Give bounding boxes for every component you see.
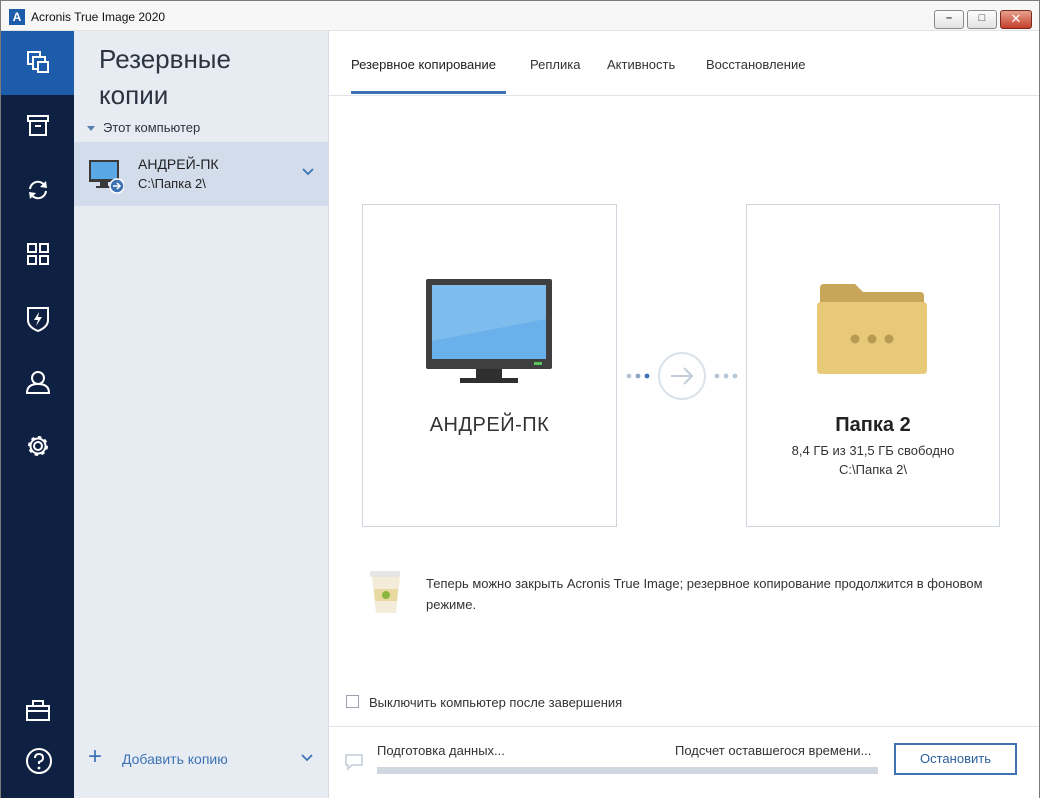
progress-bar xyxy=(377,767,878,774)
help-icon xyxy=(26,748,52,774)
nav-help[interactable] xyxy=(1,729,74,793)
backup-flow-arrow xyxy=(626,352,738,400)
chevron-down-icon[interactable] xyxy=(302,168,314,176)
destination-name: Папка 2 xyxy=(835,414,911,436)
nav-archive[interactable] xyxy=(1,95,74,159)
navigation-rail xyxy=(1,31,74,798)
sync-icon xyxy=(29,180,47,200)
nav-backup[interactable] xyxy=(1,31,74,95)
title-bar: A Acronis True Image 2020 – □ ✕ xyxy=(1,1,1039,31)
chat-bubble-icon[interactable] xyxy=(344,753,364,771)
archive-icon xyxy=(27,115,49,136)
chevron-down-icon[interactable] xyxy=(301,754,313,762)
source-card[interactable]: АНДРЕЙ-ПК xyxy=(362,204,617,527)
nav-settings[interactable] xyxy=(1,415,74,479)
backup-item-name: АНДРЕЙ-ПК xyxy=(138,156,219,172)
folder-icon xyxy=(817,284,927,374)
backup-list-item[interactable]: АНДРЕЙ-ПК C:\Папка 2\ xyxy=(74,142,328,206)
main-panel: Резервное копирование Реплика Активность… xyxy=(329,31,1039,798)
tab-activity[interactable]: Активность xyxy=(607,57,675,72)
shutdown-label: Выключить компьютер после завершения xyxy=(369,695,623,710)
backup-item-path: C:\Папка 2\ xyxy=(138,176,206,191)
destination-free-space: 8,4 ГБ из 31,5 ГБ свободно xyxy=(791,443,955,458)
backup-icon xyxy=(27,51,49,73)
tab-backup[interactable]: Резервное копирование xyxy=(351,57,496,72)
window-title: Acronis True Image 2020 xyxy=(31,10,166,24)
nav-account[interactable] xyxy=(1,351,74,415)
group-label: Этот компьютер xyxy=(103,120,201,135)
group-this-computer[interactable]: Этот компьютер xyxy=(87,120,200,135)
page-title: Резервные копии xyxy=(99,44,231,110)
status-footer: Подготовка данных... Подсчет оставшегося… xyxy=(329,726,1039,798)
source-name: АНДРЕЙ-ПК xyxy=(429,414,550,436)
plus-icon: + xyxy=(88,743,103,770)
status-text: Подготовка данных... xyxy=(377,743,505,758)
nav-tools[interactable] xyxy=(1,223,74,287)
collapse-triangle-icon xyxy=(87,126,95,132)
app-logo-icon: A xyxy=(9,9,25,25)
store-icon xyxy=(26,700,50,721)
coffee-cup-icon xyxy=(370,571,400,613)
add-backup-button[interactable]: + Добавить копию xyxy=(88,743,318,773)
computer-icon xyxy=(89,160,124,194)
shield-icon xyxy=(27,307,49,333)
background-notice: Теперь можно закрыть Acronis True Image;… xyxy=(426,576,983,612)
monitor-icon xyxy=(426,279,552,383)
nav-sync[interactable] xyxy=(1,159,74,223)
time-remaining-text: Подсчет оставшегося времени... xyxy=(675,743,872,758)
tab-replica[interactable]: Реплика xyxy=(530,57,580,72)
active-tab-indicator xyxy=(351,91,506,94)
stop-button[interactable]: Остановить xyxy=(894,743,1017,775)
add-backup-label: Добавить копию xyxy=(122,751,228,767)
nav-protection[interactable] xyxy=(1,287,74,351)
minimize-button[interactable]: – xyxy=(934,10,964,29)
tab-bar: Резервное копирование Реплика Активность… xyxy=(329,31,1039,96)
destination-card[interactable]: Папка 2 8,4 ГБ из 31,5 ГБ свободно C:\Па… xyxy=(746,204,1000,527)
app-window: A Acronis True Image 2020 – □ ✕ Резервны… xyxy=(0,0,1040,798)
account-icon xyxy=(25,371,51,394)
gear-icon xyxy=(28,436,48,456)
destination-path: C:\Папка 2\ xyxy=(839,462,907,477)
close-icon: ✕ xyxy=(1010,11,1022,26)
shutdown-checkbox[interactable] xyxy=(346,695,359,708)
tab-recovery[interactable]: Восстановление xyxy=(706,57,805,72)
minimize-icon: – xyxy=(945,12,953,24)
close-button[interactable]: ✕ xyxy=(1000,10,1032,29)
maximize-button[interactable]: □ xyxy=(967,10,997,29)
backup-list-pane: Резервные копии Этот компьютер АНДРЕЙ-ПК… xyxy=(74,31,329,798)
tools-grid-icon xyxy=(27,243,49,265)
maximize-icon: □ xyxy=(978,12,986,24)
